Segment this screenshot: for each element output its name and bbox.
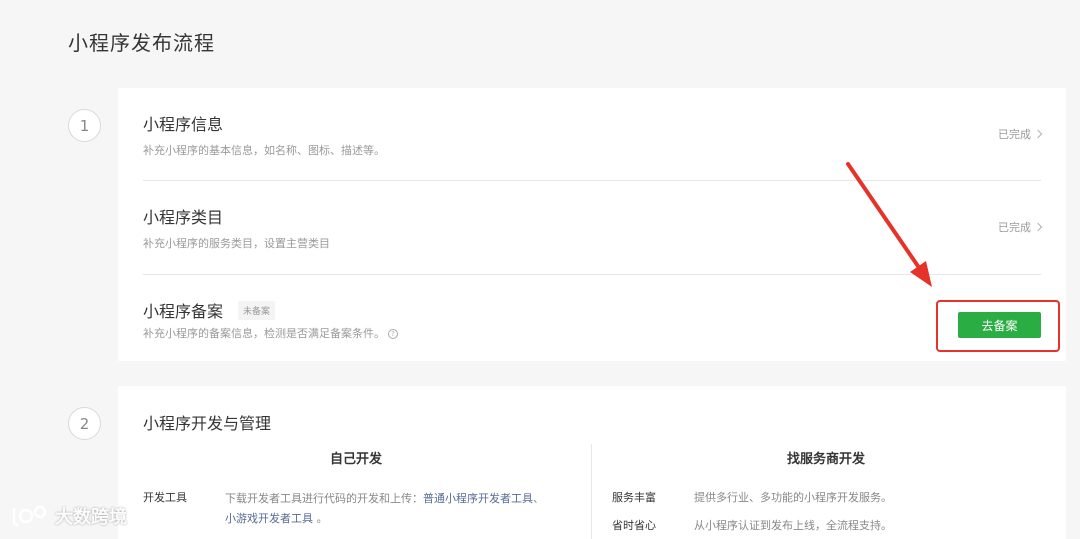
- chevron-right-icon: [1033, 222, 1043, 232]
- save-time-key: 省时省心: [612, 519, 656, 532]
- go-filing-button[interactable]: 去备案: [958, 312, 1041, 338]
- dev-tools-value: 下载开发者工具进行代码的开发和上传：普通小程序开发者工具、 小游戏开发者工具 。: [225, 489, 544, 529]
- vertical-divider: [591, 444, 592, 539]
- save-time-value: 从小程序认证到发布上线，全流程支持。: [694, 519, 892, 532]
- mini-program-tools-link[interactable]: 普通小程序开发者工具: [423, 492, 533, 505]
- period: 。: [316, 512, 328, 525]
- watermark: 大数跨境: [10, 503, 127, 529]
- dev-tools-key: 开发工具: [143, 491, 187, 504]
- info-desc: 补充小程序的基本信息，如名称、图标、描述等。: [143, 144, 385, 157]
- info-title: 小程序信息: [143, 115, 224, 134]
- rich-service-key: 服务丰富: [612, 491, 656, 504]
- dev-manage-title: 小程序开发与管理: [143, 414, 272, 433]
- info-status-label: 已完成: [998, 128, 1031, 141]
- mini-game-tools-link[interactable]: 小游戏开发者工具: [225, 512, 313, 525]
- vendor-dev-heading: 找服务商开发: [787, 452, 866, 467]
- self-dev-heading: 自己开发: [330, 452, 383, 467]
- filing-title: 小程序备案: [143, 302, 224, 321]
- watermark-text: 大数跨境: [55, 507, 127, 528]
- watermark-logo-icon: [12, 505, 47, 527]
- step2-card: 小程序开发与管理 自己开发 找服务商开发 开发工具 下载开发者工具进行代码的开发…: [118, 386, 1066, 539]
- filing-desc: 补充小程序的备案信息，检测是否满足备案条件。?: [143, 325, 398, 341]
- filing-status-badge: 未备案: [238, 301, 276, 320]
- step-number-2: 2: [68, 407, 101, 440]
- separator: 、: [533, 492, 544, 505]
- info-status-link[interactable]: 已完成: [998, 126, 1043, 142]
- annotation-arrow-icon: [846, 162, 932, 287]
- category-title: 小程序类目: [143, 208, 224, 227]
- dev-tools-text: 下载开发者工具进行代码的开发和上传：: [225, 492, 423, 505]
- rich-service-value: 提供多行业、多功能的小程序开发服务。: [694, 491, 892, 504]
- category-status-label: 已完成: [998, 221, 1031, 234]
- chevron-right-icon: [1033, 129, 1043, 139]
- category-status-link[interactable]: 已完成: [998, 219, 1043, 235]
- step-number-1: 1: [68, 109, 101, 142]
- help-icon[interactable]: ?: [388, 329, 398, 339]
- category-desc: 补充小程序的服务类目，设置主营类目: [143, 237, 330, 250]
- filing-desc-text: 补充小程序的备案信息，检测是否满足备案条件。: [143, 327, 385, 340]
- page-title: 小程序发布流程: [68, 31, 215, 55]
